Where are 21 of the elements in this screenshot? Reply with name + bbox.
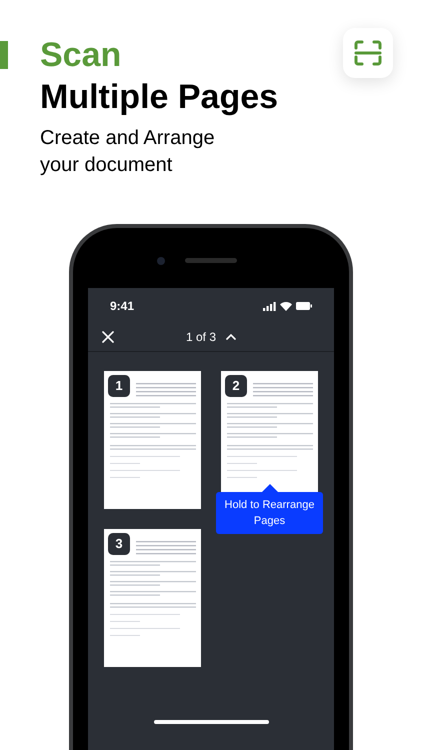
headline-title: Multiple Pages — [40, 77, 278, 118]
page-number: 3 — [108, 533, 130, 555]
wifi-icon — [280, 302, 292, 310]
camera-icon — [157, 257, 165, 265]
status-time: 9:41 — [110, 298, 134, 315]
battery-icon — [296, 302, 312, 310]
chevron-up-icon — [226, 334, 236, 340]
rearrange-tooltip: Hold to Rearrange Pages — [216, 484, 323, 534]
headline-subtitle: Create and Arrange your document — [40, 126, 216, 178]
page-number: 1 — [108, 375, 130, 397]
speaker-grille — [185, 258, 237, 263]
document-page[interactable] — [104, 371, 201, 509]
close-button[interactable] — [100, 328, 116, 344]
page-number: 2 — [225, 375, 247, 397]
close-icon — [102, 330, 114, 342]
accent-bar — [0, 41, 8, 69]
scan-icon — [354, 40, 382, 66]
signal-icon — [263, 302, 276, 310]
page-counter[interactable]: 1 of 3 — [186, 328, 236, 346]
headline-accent: Scan — [40, 35, 122, 76]
document-page[interactable] — [104, 529, 201, 667]
